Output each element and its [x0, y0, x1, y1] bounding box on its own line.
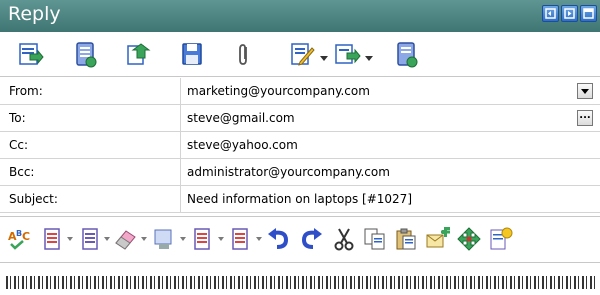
- spellcheck-icon[interactable]: ABC: [7, 227, 31, 251]
- subject-label: Subject:: [0, 186, 181, 212]
- body-text-preview: [6, 276, 596, 289]
- send-later-icon[interactable]: [124, 40, 152, 68]
- cut-icon[interactable]: [332, 227, 356, 251]
- bcc-row: Bcc: administrator@yourcompany.com: [0, 159, 600, 186]
- chevron-down-icon[interactable]: [67, 237, 73, 242]
- minimize-window-icon[interactable]: [561, 5, 578, 22]
- eraser-icon[interactable]: [113, 227, 137, 251]
- bcc-field[interactable]: administrator@yourcompany.com: [182, 159, 574, 185]
- signature-icon[interactable]: [288, 40, 316, 68]
- list-icon[interactable]: [190, 227, 214, 251]
- copy-icon[interactable]: [363, 227, 387, 251]
- save-draft-icon[interactable]: [71, 40, 99, 68]
- from-row: From: marketing@yourcompany.com: [0, 78, 600, 105]
- font-style-icon[interactable]: [78, 227, 102, 251]
- cc-label: Cc:: [0, 132, 181, 158]
- message-toolbar: [0, 32, 600, 77]
- subject-row: Subject: Need information on laptops [#1…: [0, 186, 600, 213]
- chevron-down-icon[interactable]: [141, 237, 147, 242]
- insert-link-icon[interactable]: [425, 227, 450, 251]
- svg-text:C: C: [22, 230, 30, 243]
- save-disk-icon[interactable]: [178, 40, 206, 68]
- formatting-toolbar: ABC: [0, 217, 600, 263]
- chevron-down-icon[interactable]: [104, 237, 110, 242]
- subject-field[interactable]: Need information on laptops [#1027]: [182, 186, 574, 212]
- to-browse-button[interactable]: ...: [577, 110, 593, 126]
- maximize-window-icon[interactable]: [580, 5, 597, 22]
- address-book-icon[interactable]: [392, 40, 420, 68]
- cc-field[interactable]: steve@yahoo.com: [182, 132, 574, 158]
- chevron-down-icon[interactable]: [320, 51, 328, 61]
- window-title: Reply: [8, 3, 61, 25]
- chevron-down-icon[interactable]: [218, 237, 224, 242]
- from-dropdown-button[interactable]: [577, 83, 593, 99]
- chevron-down-icon[interactable]: [365, 51, 373, 61]
- cc-row: Cc: steve@yahoo.com: [0, 132, 600, 159]
- new-note-icon[interactable]: [488, 227, 513, 251]
- to-label: To:: [0, 105, 181, 131]
- from-field[interactable]: marketing@yourcompany.com: [182, 78, 574, 104]
- restore-down-icon[interactable]: [542, 5, 559, 22]
- to-field[interactable]: steve@gmail.com: [182, 105, 574, 131]
- message-header-form: From: marketing@yourcompany.com To: stev…: [0, 78, 600, 213]
- navigate-icon[interactable]: [456, 227, 481, 251]
- chevron-down-icon[interactable]: [256, 237, 262, 242]
- chevron-down-icon: [581, 89, 589, 94]
- from-label: From:: [0, 78, 181, 104]
- table-icon[interactable]: [228, 227, 252, 251]
- title-bar: Reply: [0, 0, 600, 32]
- paste-icon[interactable]: [394, 227, 418, 251]
- message-body-editor[interactable]: [0, 264, 600, 295]
- insert-image-icon[interactable]: [152, 227, 176, 251]
- chevron-down-icon[interactable]: [180, 237, 186, 242]
- reply-window: Reply From: marketing@yourcompany.com To…: [0, 0, 600, 295]
- paperclip-icon[interactable]: [230, 40, 258, 68]
- undo-icon[interactable]: [266, 227, 290, 251]
- bcc-label: Bcc:: [0, 159, 181, 185]
- redo-icon[interactable]: [298, 227, 322, 251]
- paragraph-style-icon[interactable]: [40, 227, 64, 251]
- send-icon[interactable]: [16, 40, 44, 68]
- insert-template-icon[interactable]: [333, 40, 361, 68]
- to-row: To: steve@gmail.com ...: [0, 105, 600, 132]
